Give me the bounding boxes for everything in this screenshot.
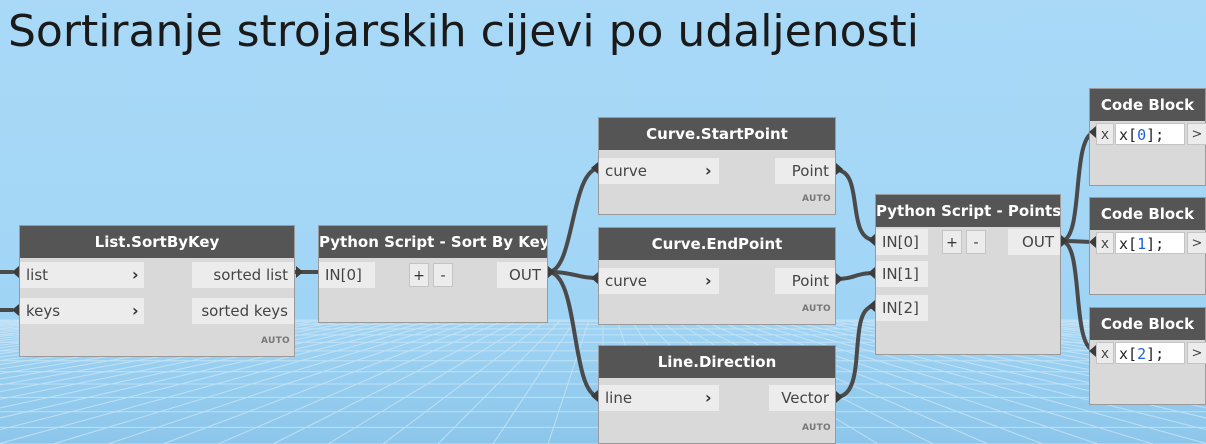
graph-canvas[interactable]: Sortiranje strojarskih cijevi po udaljen…	[0, 0, 1206, 444]
input-port-in1[interactable]: IN[1]	[876, 261, 928, 287]
node-curve-startpoint[interactable]: Curve.StartPoint curve › Point AUTO	[598, 117, 836, 215]
lacing-label: AUTO	[802, 423, 831, 433]
input-marker-icon	[1089, 345, 1096, 357]
input-marker-icon	[12, 304, 19, 316]
input-port-in0[interactable]: IN[0]	[319, 262, 375, 288]
wire-out-to-direction[interactable]	[546, 270, 602, 399]
input-port-keys[interactable]: keys	[20, 298, 144, 324]
input-port-in0[interactable]: IN[0]	[876, 229, 928, 255]
node-line-direction[interactable]: Line.Direction line › Vector AUTO	[598, 345, 836, 444]
node-title: List.SortByKey	[20, 226, 294, 258]
wire-startpoint-to-in0[interactable]	[834, 168, 877, 242]
wire-direction-to-in2[interactable]	[834, 304, 877, 399]
output-marker-icon	[836, 163, 843, 175]
output-port-icon[interactable]: >	[1187, 123, 1206, 145]
input-port-list[interactable]: list	[20, 262, 144, 288]
node-code-block-0[interactable]: Code Block x x[0]; >	[1089, 88, 1206, 186]
node-title: Curve.StartPoint	[599, 118, 835, 150]
lacing-label: AUTO	[802, 194, 831, 204]
input-port-line[interactable]: line	[599, 385, 719, 411]
node-python-points[interactable]: Python Script - Points IN[0] IN[1] IN[2]…	[875, 194, 1061, 355]
output-port-point[interactable]: Point	[775, 268, 835, 294]
input-port-in2[interactable]: IN[2]	[876, 295, 928, 321]
node-title: Code Block	[1090, 89, 1205, 121]
code-variable-port[interactable]: x	[1096, 123, 1114, 145]
input-marker-icon	[1089, 236, 1096, 248]
node-title: Code Block	[1090, 198, 1205, 230]
node-code-block-1[interactable]: Code Block x x[1]; >	[1089, 197, 1206, 295]
node-title: Python Script - Sort By Key	[319, 226, 547, 258]
output-marker-icon	[1061, 235, 1068, 247]
node-title: Python Script - Points	[876, 195, 1060, 227]
input-marker-icon	[868, 234, 875, 246]
remove-input-button[interactable]: -	[966, 230, 986, 254]
chevron-right-icon: ›	[705, 161, 712, 180]
output-port-out[interactable]: OUT	[1008, 229, 1060, 255]
chevron-right-icon: ›	[132, 301, 139, 320]
output-port-point[interactable]: Point	[775, 158, 835, 184]
code-editor[interactable]: x[2];	[1115, 342, 1185, 364]
lacing-label: AUTO	[261, 336, 290, 346]
node-code-block-2[interactable]: Code Block x x[2]; >	[1089, 307, 1206, 405]
input-marker-icon	[12, 266, 19, 278]
node-title: Line.Direction	[599, 346, 835, 378]
input-port-curve[interactable]: curve	[599, 158, 719, 184]
output-port-vector[interactable]: Vector	[769, 385, 835, 411]
input-marker-icon	[868, 267, 875, 279]
chevron-right-icon: ›	[705, 271, 712, 290]
code-variable-port[interactable]: x	[1096, 342, 1114, 364]
output-marker-icon	[296, 266, 303, 278]
input-port-curve[interactable]: curve	[599, 268, 719, 294]
output-port-out[interactable]: OUT	[497, 262, 547, 288]
chevron-right-icon: ›	[705, 388, 712, 407]
output-port-sorted-list[interactable]: sorted list	[192, 262, 294, 288]
input-marker-icon	[868, 300, 875, 312]
add-input-button[interactable]: +	[409, 263, 429, 287]
remove-input-button[interactable]: -	[433, 263, 453, 287]
node-title: Curve.EndPoint	[599, 228, 835, 260]
code-variable-port[interactable]: x	[1096, 232, 1114, 254]
wire-out-to-startpoint[interactable]	[546, 166, 602, 274]
input-marker-icon	[1089, 126, 1096, 138]
lacing-label: AUTO	[802, 304, 831, 314]
output-port-sorted-keys[interactable]: sorted keys	[192, 298, 294, 324]
chevron-right-icon: ›	[132, 265, 139, 284]
output-marker-icon	[548, 266, 555, 278]
output-marker-icon	[836, 391, 843, 403]
add-input-button[interactable]: +	[942, 230, 962, 254]
output-port-icon[interactable]: >	[1187, 342, 1206, 364]
node-python-sort-by-key[interactable]: Python Script - Sort By Key IN[0] + - OU…	[318, 225, 548, 323]
output-marker-icon	[836, 273, 843, 285]
code-editor[interactable]: x[0];	[1115, 123, 1185, 145]
input-marker-icon	[591, 272, 598, 284]
output-port-icon[interactable]: >	[1187, 232, 1206, 254]
code-editor[interactable]: x[1];	[1115, 232, 1185, 254]
node-title: Code Block	[1090, 308, 1205, 340]
input-marker-icon	[591, 390, 598, 402]
node-list-sortbykey[interactable]: List.SortByKey list › keys › sorted list…	[19, 225, 295, 357]
node-curve-endpoint[interactable]: Curve.EndPoint curve › Point AUTO	[598, 227, 836, 325]
input-marker-icon	[591, 162, 598, 174]
